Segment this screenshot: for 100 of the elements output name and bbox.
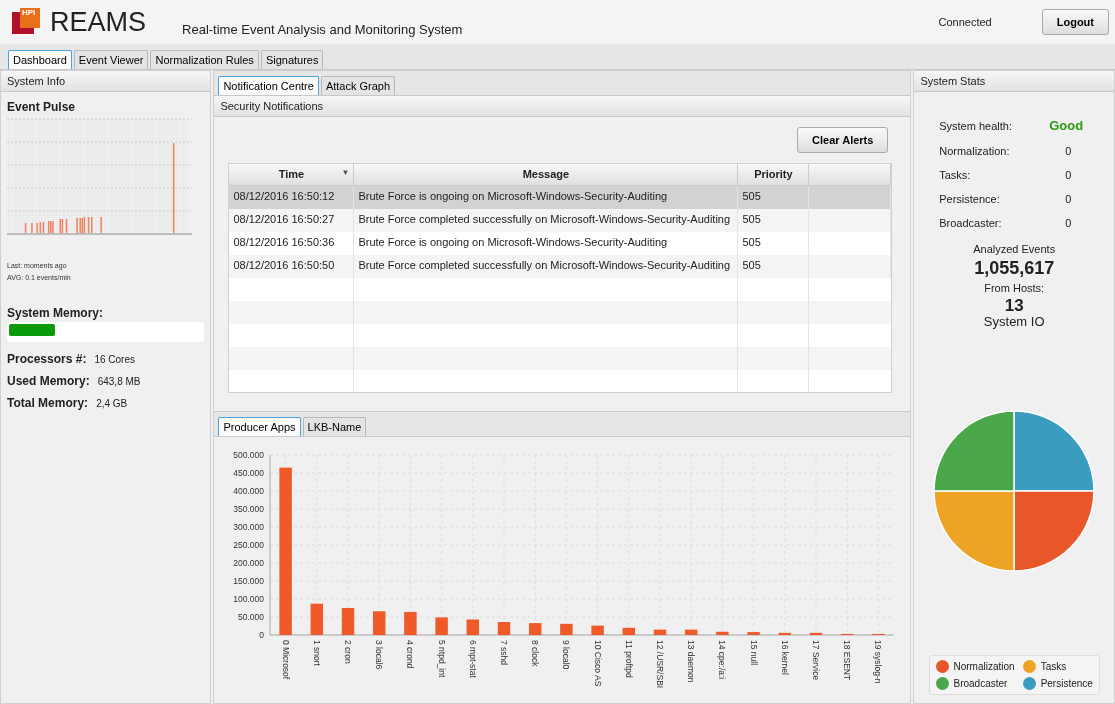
y-tick-label: 100.000	[233, 594, 265, 604]
fact-label: Used Memory:	[7, 374, 90, 388]
y-tick-label: 350.000	[233, 504, 265, 514]
bar	[560, 623, 574, 635]
table-cell[interactable]: Brute Force completed successfully on Microsoft-Windows-Security-Auditing	[354, 209, 739, 232]
analyzed-events-label: Analyzed Events	[973, 243, 1056, 255]
column-header: Message	[354, 164, 739, 186]
table-cell[interactable]: Brute Force completed successfully on Microsoft-Windows-Security-Auditing	[354, 255, 739, 278]
system-io-title: System IO	[983, 314, 1045, 329]
main-tab[interactable]: Signatures	[260, 50, 324, 69]
table-cell[interactable]: 08/12/2016 16:50:50	[229, 255, 355, 278]
event-pulse-title: Event Pulse	[7, 100, 77, 114]
stat-value: 0	[1064, 217, 1073, 229]
legend-item: Broadcaster	[935, 677, 1015, 690]
table-cell[interactable]: 505	[738, 255, 810, 278]
x-tick-label: 13 daemon	[686, 640, 697, 683]
panel-title: System Stats	[914, 71, 1114, 92]
y-tick-label: 150.000	[233, 576, 265, 586]
x-tick-label: 8 clock	[530, 640, 541, 667]
bar	[810, 632, 823, 635]
fact-label: Processors #:	[7, 352, 87, 366]
y-tick-label: 400.000	[233, 486, 265, 496]
bar	[747, 632, 761, 635]
legend-item: Normalization	[935, 660, 1015, 673]
view-tab[interactable]: Attack Graph	[320, 76, 396, 95]
stat-label: Normalization:	[939, 145, 1011, 157]
x-tick-label: 14 cpe:/a:i	[717, 640, 728, 680]
logout-button[interactable]: Logout	[1041, 9, 1109, 35]
fact-value: 643,8 MB	[97, 376, 141, 387]
column-header: Priority	[738, 164, 810, 186]
bar	[310, 603, 324, 635]
x-tick-label: 2 cron	[343, 640, 354, 664]
x-tick-label: 7 sshd	[499, 640, 510, 666]
panel-title: System Info	[1, 71, 211, 92]
sort-indicator[interactable]: ▼	[341, 168, 350, 177]
x-tick-label: 1 snort	[312, 640, 323, 666]
table-cell[interactable]: 08/12/2016 16:50:27	[229, 209, 355, 232]
table-cell[interactable]: 08/12/2016 16:50:12	[229, 186, 355, 209]
hosts-value: 13	[1004, 298, 1024, 314]
y-tick-label: 0	[259, 630, 265, 640]
fact-label: Total Memory:	[7, 396, 89, 410]
bar	[529, 623, 542, 635]
column-header: Time ▼	[229, 164, 355, 186]
panel-title: Security Notifications	[214, 96, 911, 117]
table-cell[interactable]: 505	[738, 209, 810, 232]
x-tick-label: 4 crond	[405, 640, 416, 669]
bar	[778, 632, 792, 635]
x-tick-label: 11 proftpd	[624, 640, 635, 678]
main-tab[interactable]: Dashboard	[8, 50, 72, 69]
app-name: REAMS	[50, 6, 147, 38]
y-tick-label: 250.000	[233, 540, 265, 550]
legend-item: Persistence	[1022, 677, 1093, 690]
main-tab[interactable]: Event Viewer	[73, 50, 149, 69]
table-cell[interactable]: Brute Force is ongoing on Microsoft-Windows-Security-Auditing	[354, 186, 739, 209]
chart-tab[interactable]: Producer Apps	[218, 417, 301, 436]
stat-value: 0	[1064, 145, 1073, 157]
main-tab[interactable]: Normalization Rules	[150, 50, 259, 69]
clear-alerts-button[interactable]: Clear Alerts	[797, 127, 889, 153]
hosts-label: From Hosts:	[984, 282, 1045, 294]
stat-label: System health:	[939, 119, 1013, 132]
bar	[435, 617, 449, 635]
bar	[622, 627, 636, 635]
bar	[404, 611, 418, 635]
connection-status: Connected	[938, 16, 992, 28]
bar	[716, 631, 730, 635]
y-tick-label: 50.000	[238, 612, 265, 622]
chart-tab[interactable]: LKB-Name	[302, 417, 367, 436]
fact-value: 16 Cores	[94, 354, 135, 365]
y-tick-label: 200.000	[233, 558, 265, 568]
x-tick-label: 18 ESENT	[842, 640, 853, 681]
y-tick-label: 450.000	[233, 468, 265, 478]
stat-value: 0	[1064, 193, 1073, 205]
pulse-bar	[24, 223, 27, 233]
stat-label: Tasks:	[939, 169, 972, 181]
fact-value: 2,4 GB	[96, 398, 128, 409]
x-tick-label: 6 mpt-stat	[468, 640, 479, 678]
x-tick-label: 17 Service	[811, 640, 822, 681]
bar	[342, 608, 355, 635]
system-memory-title: System Memory:	[7, 306, 105, 320]
app-subtitle: Real-time Event Analysis and Monitoring System	[182, 21, 464, 37]
view-tab[interactable]: Notification Centre	[218, 76, 319, 95]
bar	[373, 611, 386, 635]
health-status: Good	[1049, 118, 1085, 133]
stat-value: 0	[1064, 169, 1073, 181]
analyzed-events-value: 1,055,617	[974, 258, 1055, 279]
legend-item: Tasks	[1022, 660, 1093, 673]
x-tick-label: 5 ntpd_int	[437, 640, 447, 678]
x-tick-label: 10 Cisco AS	[593, 640, 603, 687]
bar	[498, 622, 511, 635]
x-tick-label: 9 local0	[561, 640, 572, 670]
x-tick-label: 0 Microsof	[281, 640, 291, 680]
y-tick-label: 500.000	[233, 450, 265, 460]
bar	[685, 629, 698, 635]
table-cell[interactable]: 505	[738, 186, 810, 209]
x-tick-label: 12 /USR/SBI	[655, 640, 666, 689]
bar	[654, 629, 667, 635]
x-tick-label: 16 kernel	[780, 640, 791, 675]
x-tick-label: 15 null	[749, 640, 759, 666]
x-tick-label: 19 syslog-n	[873, 640, 884, 684]
stat-label: Persistence:	[939, 193, 1001, 205]
